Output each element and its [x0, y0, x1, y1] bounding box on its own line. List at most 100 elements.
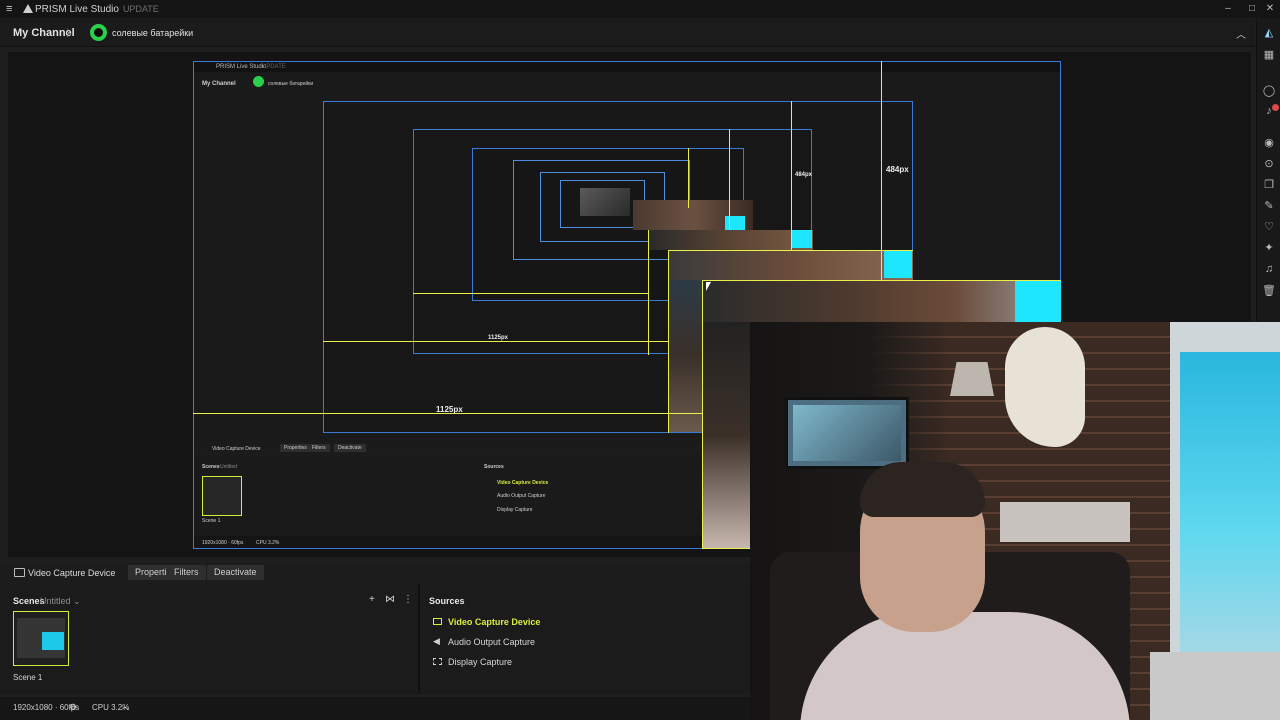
- cyan-window-patch: [725, 216, 745, 230]
- person-hair: [860, 462, 985, 517]
- nested-scenes-subtitle: Untitled: [220, 464, 237, 470]
- camera-icon[interactable]: ◉: [1262, 136, 1276, 150]
- selection-border: [668, 250, 913, 251]
- source-item-display-capture[interactable]: Display Capture: [448, 657, 512, 667]
- source-bar: Video Capture Device Properties Filters …: [0, 563, 750, 584]
- measure-guide-vertical: [688, 148, 689, 208]
- nested-sources-title: Sources: [484, 464, 504, 470]
- sources-title: Sources: [429, 596, 465, 606]
- sticker-icon[interactable]: ✦: [1262, 241, 1276, 255]
- nested-source-name: Video Capture Device: [212, 446, 261, 452]
- bottom-panels: [0, 584, 750, 694]
- more-icon[interactable]: ⋮: [403, 594, 413, 605]
- source-item-video-capture[interactable]: Video Capture Device: [448, 617, 540, 627]
- measure-height-label: 484px: [795, 172, 813, 178]
- nested-filters-button: Filters: [308, 444, 330, 452]
- add-scene-icon[interactable]: +: [369, 594, 375, 605]
- window-glass: [1180, 352, 1280, 652]
- nested-channel-name: My Channel: [202, 81, 236, 87]
- cyan-window-patch: [884, 250, 912, 278]
- menu-icon[interactable]: ≡: [6, 3, 16, 15]
- chat-icon[interactable]: ◯: [1262, 84, 1276, 98]
- selection-border: [702, 280, 703, 549]
- selected-source-name: Video Capture Device: [28, 568, 116, 578]
- trash-icon[interactable]: 🗑: [1262, 284, 1276, 298]
- app-title: PRISM Live Studio UPDATE: [35, 4, 159, 15]
- nested-source-item: Video Capture Device: [497, 480, 549, 486]
- nested-scene-thumb: [202, 476, 242, 516]
- separator: ⋮: [62, 27, 73, 39]
- layers-icon[interactable]: ❐: [1262, 178, 1276, 192]
- nested-avatar: [253, 76, 264, 87]
- virtual-camera-icon[interactable]: ⊙: [1262, 157, 1276, 171]
- tv-screen: [785, 397, 909, 469]
- nested-status-resolution: 1920x1080 · 60fps: [202, 540, 244, 546]
- measure-width-label: 1125px: [436, 405, 463, 414]
- close-icon[interactable]: ✕: [1262, 2, 1278, 16]
- maximize-icon[interactable]: □: [1244, 2, 1260, 16]
- nested-webcam-strip: [648, 230, 813, 250]
- shelf: [1000, 502, 1130, 542]
- measure-width-label: 1125px: [488, 335, 509, 341]
- mouse-cursor-icon: [706, 282, 711, 291]
- measure-guide-vertical: [791, 101, 792, 251]
- deactivate-button[interactable]: Deactivate: [207, 565, 264, 580]
- effects-icon[interactable]: ✎: [1262, 199, 1276, 213]
- selection-border: [668, 250, 669, 433]
- display-icon: [433, 658, 442, 665]
- nested-properties-button: Properties: [280, 444, 311, 452]
- chevron-up-icon[interactable]: ︿: [1236, 26, 1246, 41]
- channel-avatar[interactable]: [90, 24, 107, 41]
- nested-update-tag: UPDATE: [262, 64, 286, 70]
- camera-icon: [433, 618, 442, 625]
- gear-icon[interactable]: ⚙: [69, 702, 77, 713]
- chevron-up-icon[interactable]: ︿: [121, 701, 129, 712]
- prism-logo-icon: [23, 4, 33, 13]
- selection-border: [648, 230, 649, 355]
- air-conditioner: [1150, 652, 1280, 720]
- cyan-window-patch: [1015, 280, 1061, 322]
- notification-badge: [1272, 104, 1279, 111]
- nested-account: солевые батарейки: [268, 81, 314, 87]
- panel-divider[interactable]: [418, 584, 420, 694]
- swan-decoration: [1005, 327, 1085, 447]
- nested-webcam-strip: [702, 322, 750, 549]
- cyan-window-patch: [792, 230, 812, 248]
- nested-webcam-strip: [702, 280, 1061, 322]
- scene-collection-dropdown[interactable]: Untitled ⌄: [40, 596, 81, 607]
- nested-webcam-strip: [668, 250, 913, 280]
- webcam-feed[interactable]: [750, 322, 1280, 720]
- layout-icon[interactable]: ▦: [1262, 48, 1276, 62]
- title-bar: ≡ PRISM Live Studio UPDATE – □ ✕: [0, 0, 1280, 18]
- nested-source-item: Display Capture: [497, 507, 533, 513]
- nested-title-bar: PRISM Live Studio UPDATE: [194, 62, 1060, 72]
- source-item-audio-output[interactable]: Audio Output Capture: [448, 637, 535, 647]
- channel-account[interactable]: солевые батарейки: [112, 28, 193, 38]
- nested-scenes-title: Scenes: [202, 464, 220, 470]
- filters-button[interactable]: Filters: [167, 565, 206, 580]
- measure-guide-vertical: [881, 61, 882, 280]
- scene-thumbnail[interactable]: [13, 611, 69, 666]
- channel-bar: My Channel ⋮ солевые батарейки ︿: [0, 18, 1255, 47]
- measure-guide-vertical: [729, 129, 730, 229]
- heart-icon[interactable]: ♡: [1262, 220, 1276, 234]
- transition-icon[interactable]: ⋈: [385, 594, 395, 605]
- music-icon[interactable]: ♫: [1262, 262, 1276, 276]
- nested-deactivate-button: Deactivate: [334, 444, 366, 452]
- measure-guide-horizontal: [413, 293, 648, 294]
- measure-guide-horizontal: [323, 341, 668, 342]
- nested-source-item: Audio Output Capture: [497, 493, 546, 499]
- selection-border: [702, 280, 1061, 281]
- nested-webcam-strip: [668, 280, 702, 432]
- minimize-icon[interactable]: –: [1220, 2, 1236, 16]
- camera-icon: [14, 568, 25, 577]
- scene-label[interactable]: Scene 1: [13, 673, 42, 682]
- speaker-icon: ◀: [433, 636, 440, 646]
- selection-border: [702, 548, 750, 549]
- tv-image: [793, 405, 901, 461]
- prism-logo-icon[interactable]: ◭: [1262, 26, 1276, 40]
- nested-scene-label: Scene 1: [202, 518, 221, 524]
- measure-height-label: 484px: [886, 165, 909, 174]
- recursion-vanishing-point: [580, 188, 630, 216]
- lamp: [950, 362, 994, 396]
